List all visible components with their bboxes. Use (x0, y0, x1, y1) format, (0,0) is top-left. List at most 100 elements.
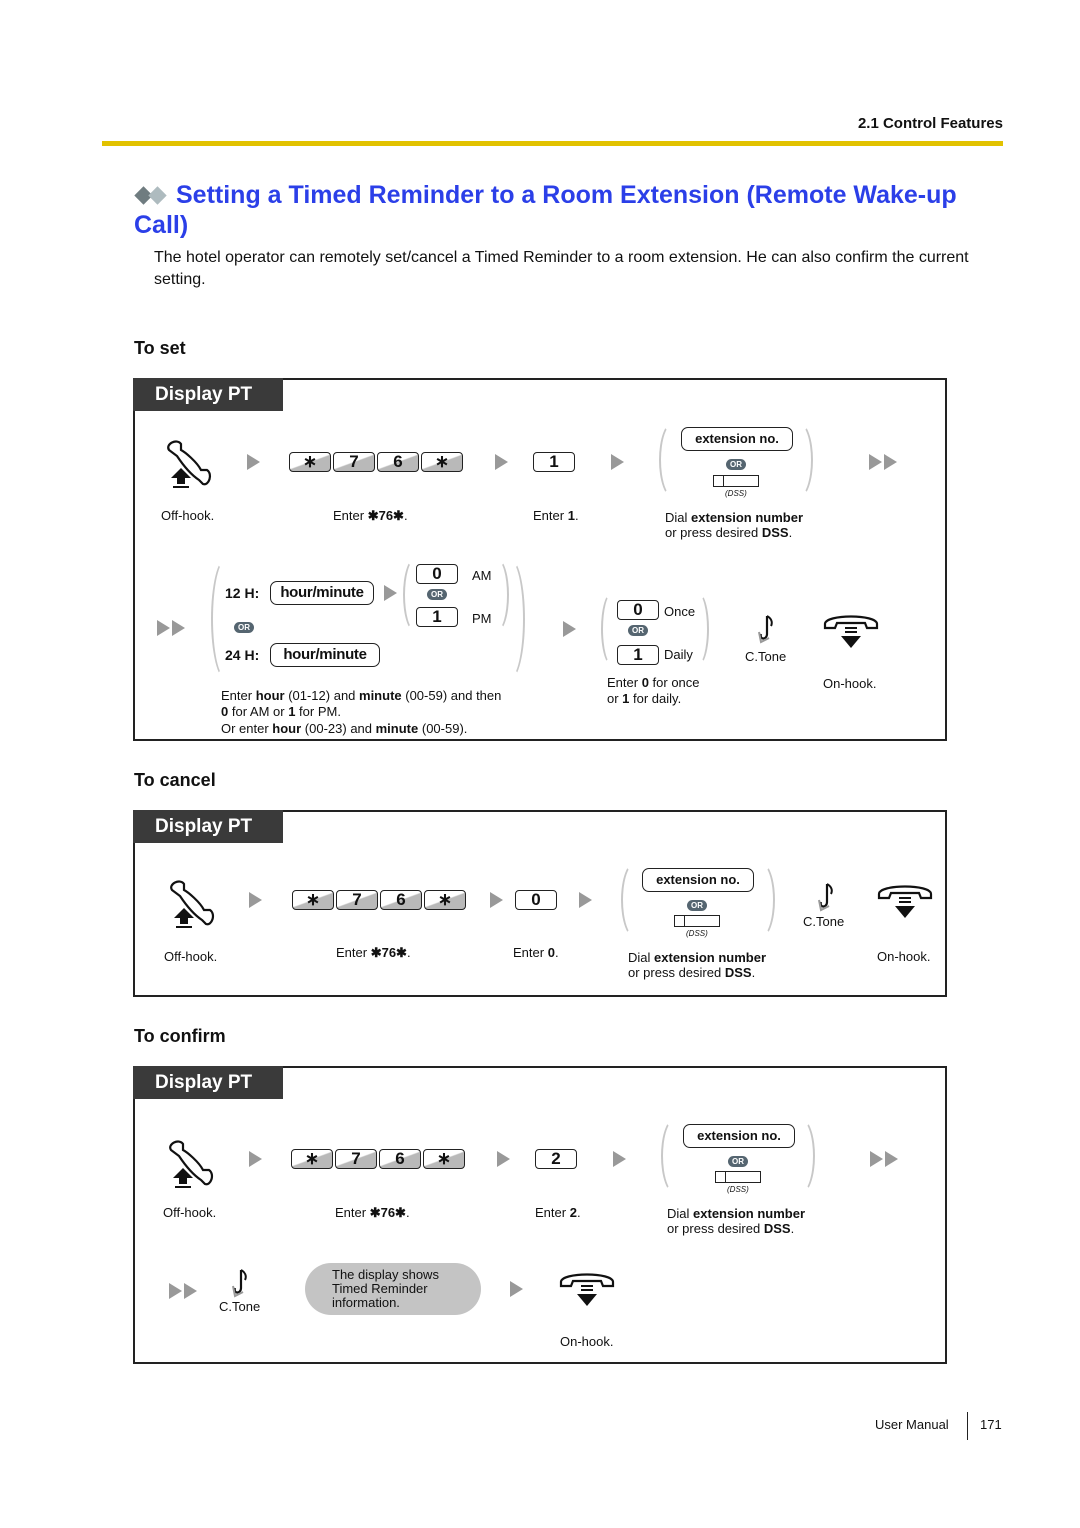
or-badge: OR (628, 625, 648, 636)
arrow-icon (247, 454, 260, 470)
label-daily: Daily (664, 647, 693, 662)
key-6[interactable]: 6 (377, 452, 419, 472)
key-star[interactable]: ∗ (289, 452, 331, 472)
footer-label: User Manual (875, 1417, 949, 1432)
once-key-group: 0 (617, 600, 659, 620)
hour-minute-24h-pill[interactable]: hour/minute (270, 643, 380, 667)
caption-enter-code: Enter ✱76✱. (335, 1205, 410, 1220)
key-0[interactable]: 0 (515, 890, 557, 910)
double-arrow-icon (870, 1151, 902, 1167)
confirmation-tone-icon (758, 615, 773, 644)
page-number: 171 (980, 1417, 1002, 1432)
key-star[interactable]: ∗ (424, 890, 466, 910)
caption-on-hook: On-hook. (877, 949, 931, 964)
key-star[interactable]: ∗ (292, 890, 334, 910)
panel-tab: Display PT (133, 810, 283, 843)
key-0-once[interactable]: 0 (617, 600, 659, 620)
or-badge: OR (726, 459, 746, 470)
arrow-icon (495, 454, 508, 470)
heading-to-confirm: To confirm (134, 1026, 226, 1046)
off-hook-icon (169, 1140, 214, 1188)
arrow-icon (613, 1151, 626, 1167)
display-info-bubble: The display shows Timed Reminder informa… (305, 1263, 481, 1315)
confirmation-tone-icon (818, 883, 833, 912)
caption-enter-code: Enter ✱76✱. (333, 508, 408, 523)
double-arrow-icon (157, 620, 189, 636)
dss-button-icon[interactable] (713, 475, 759, 487)
extension-no-pill[interactable]: extension no. (642, 868, 754, 892)
key-star[interactable]: ∗ (423, 1149, 465, 1169)
key-7[interactable]: 7 (335, 1149, 377, 1169)
arrow-icon (611, 454, 624, 470)
panel-tab: Display PT (133, 378, 283, 411)
or-badge: OR (234, 622, 254, 633)
extension-no-pill[interactable]: extension no. (681, 427, 793, 451)
key-1-daily[interactable]: 1 (617, 645, 659, 665)
ctone-label: C.Tone (745, 649, 787, 664)
label-pm: PM (472, 611, 492, 626)
arrow-icon (497, 1151, 510, 1167)
panel-tab: Display PT (133, 1066, 283, 1099)
caption-time-line1: Enter hour (01-12) and minute (00-59) an… (221, 688, 502, 703)
key-2[interactable]: 2 (535, 1149, 577, 1169)
heading-to-set: To set (134, 338, 186, 358)
ctone-label: C.Tone (219, 1299, 261, 1314)
key-star[interactable]: ∗ (421, 452, 463, 472)
extension-no-pill[interactable]: extension no. (683, 1124, 795, 1148)
arrow-icon (510, 1281, 523, 1297)
key-6[interactable]: 6 (379, 1149, 421, 1169)
key-7[interactable]: 7 (336, 890, 378, 910)
on-hook-icon (559, 1273, 615, 1306)
am-key-group: 0 (416, 564, 458, 584)
panel-to-confirm: Display PT Off-hook. ∗ 7 6 ∗ Enter ✱76✱.… (133, 1066, 947, 1364)
label-once: Once (664, 604, 696, 619)
key-1[interactable]: 1 (533, 452, 575, 472)
key-6[interactable]: 6 (380, 890, 422, 910)
dss-label: (DSS) (725, 489, 747, 498)
hour-minute-12h-pill[interactable]: hour/minute (270, 581, 374, 605)
key-7[interactable]: 7 (333, 452, 375, 472)
caption-enter-code: Enter ✱76✱. (336, 945, 411, 960)
panel-to-set: Display PT Off-hook. ∗ 7 6 ∗ Enter ✱76✱.… (133, 378, 947, 741)
caption-on-hook: On-hook. (560, 1334, 614, 1349)
label-12h: 12 H: (225, 585, 260, 601)
caption-time-line3: Or enter hour (00-23) and minute (00-59)… (221, 721, 468, 736)
caption-enter-digit: Enter 1. (533, 508, 579, 523)
arrow-icon (490, 892, 503, 908)
on-hook-icon (877, 885, 933, 918)
key-star[interactable]: ∗ (291, 1149, 333, 1169)
label-24h: 24 H: (225, 647, 260, 663)
caption-off-hook: Off-hook. (164, 949, 218, 964)
double-diamond-icon (134, 186, 170, 206)
double-arrow-icon (169, 1283, 201, 1299)
caption-enter-digit: Enter 0. (513, 945, 559, 960)
dss-button-icon[interactable] (674, 915, 720, 927)
arrow-icon (579, 892, 592, 908)
confirmation-tone-icon (232, 1269, 247, 1298)
caption-on-hook: On-hook. (823, 676, 877, 691)
off-hook-icon (167, 440, 212, 488)
caption-off-hook: Off-hook. (161, 508, 215, 523)
header-rule (102, 141, 1003, 146)
caption-time-line2: 0 for AM or 1 for PM. (221, 704, 341, 719)
dss-label: (DSS) (686, 929, 708, 938)
page-title: Setting a Timed Reminder to a Room Exten… (134, 180, 1004, 240)
label-am: AM (472, 568, 492, 583)
feature-code-keys: ∗ 7 6 ∗ (292, 890, 466, 910)
digit-key-group: 1 (533, 452, 575, 472)
ctone-label: C.Tone (803, 914, 845, 929)
arrow-icon (249, 892, 262, 908)
caption-off-hook: Off-hook. (163, 1205, 217, 1220)
arrow-icon (563, 621, 576, 637)
intro-paragraph: The hotel operator can remotely set/canc… (154, 249, 969, 288)
dss-button-icon[interactable] (715, 1171, 761, 1183)
arrow-icon (384, 585, 397, 601)
caption-dial-extension: Dial extension number or press desired D… (665, 510, 803, 540)
caption-enter-digit: Enter 2. (535, 1205, 581, 1220)
digit-key-group: 0 (515, 890, 557, 910)
feature-code-keys: ∗ 7 6 ∗ (291, 1149, 465, 1169)
arrow-icon (249, 1151, 262, 1167)
pm-key-group: 1 (416, 607, 458, 627)
key-0-am[interactable]: 0 (416, 564, 458, 584)
key-1-pm[interactable]: 1 (416, 607, 458, 627)
